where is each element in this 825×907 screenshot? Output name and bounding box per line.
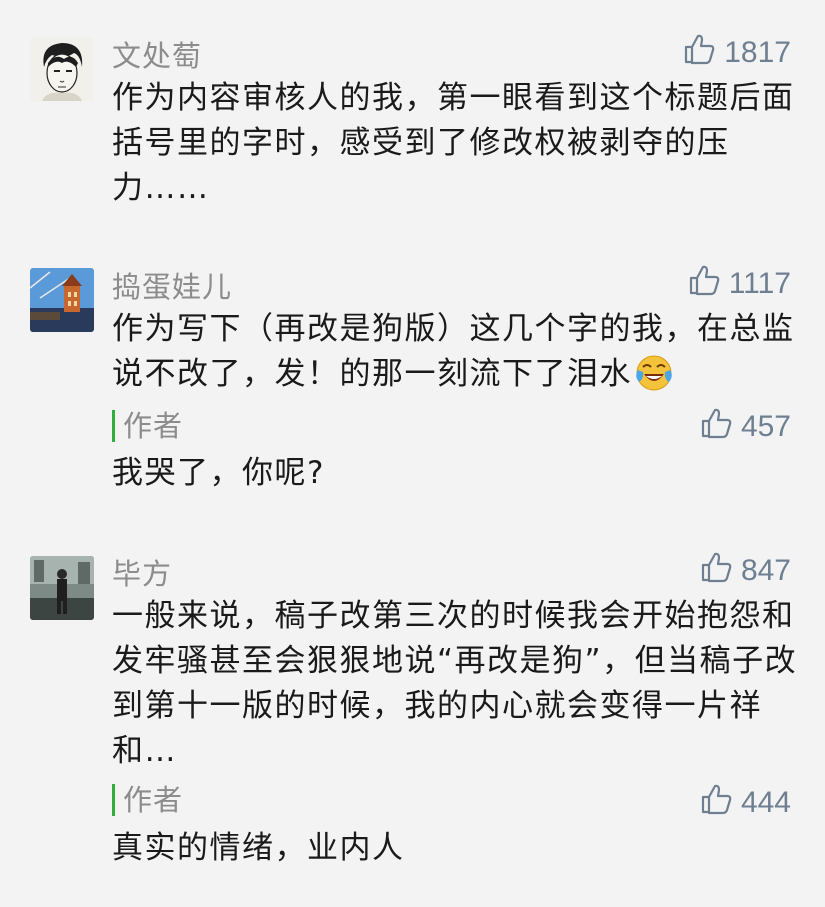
like-count: 847 bbox=[740, 554, 791, 587]
like-count: 444 bbox=[740, 786, 791, 819]
comment-text: 一般来说，稿子改第三次的时候我会开始抱怨和发牢骚甚至会狠狠地说“再改是狗”，但当… bbox=[112, 598, 798, 769]
username[interactable]: 文处萄 bbox=[112, 33, 202, 75]
avatar[interactable] bbox=[30, 556, 94, 620]
like-count: 457 bbox=[740, 410, 791, 443]
author-reply-label: 作者 bbox=[112, 410, 183, 442]
crying-laughing-emoji-icon bbox=[634, 352, 674, 392]
thumbs-up-icon bbox=[699, 406, 741, 448]
reply-like-button[interactable]: 444 bbox=[699, 782, 791, 824]
thumbs-up-icon bbox=[699, 782, 741, 824]
avatar[interactable] bbox=[30, 268, 94, 332]
like-button[interactable]: 847 bbox=[699, 550, 791, 592]
username[interactable]: 毕方 bbox=[112, 551, 172, 593]
comment-text-body: 作为写下（再改是狗版）这几个字的我，在总监说不改了，发！的那一刻流下了泪水 bbox=[112, 311, 795, 392]
reply-like-button[interactable]: 457 bbox=[699, 406, 791, 448]
like-count: 1817 bbox=[724, 36, 791, 69]
comment-text: 作为写下（再改是狗版）这几个字的我，在总监说不改了，发！的那一刻流下了泪水 bbox=[112, 307, 802, 397]
author-reply-text: 真实的情绪，业内人 bbox=[112, 830, 405, 866]
thumbs-up-icon bbox=[682, 32, 724, 74]
thumbs-up-icon bbox=[699, 550, 741, 592]
author-reply-text: 我哭了，你呢? bbox=[112, 455, 325, 491]
like-button[interactable]: 1117 bbox=[687, 263, 791, 305]
avatar[interactable] bbox=[30, 37, 94, 101]
thumbs-up-icon bbox=[687, 263, 729, 305]
like-button[interactable]: 1817 bbox=[682, 32, 791, 74]
author-reply-label: 作者 bbox=[112, 784, 183, 816]
like-count: 1117 bbox=[728, 267, 791, 300]
username[interactable]: 捣蛋娃儿 bbox=[112, 264, 232, 306]
comment-text: 作为内容审核人的我，第一眼看到这个标题后面括号里的字时，感受到了修改权被剥夺的压… bbox=[112, 80, 795, 206]
